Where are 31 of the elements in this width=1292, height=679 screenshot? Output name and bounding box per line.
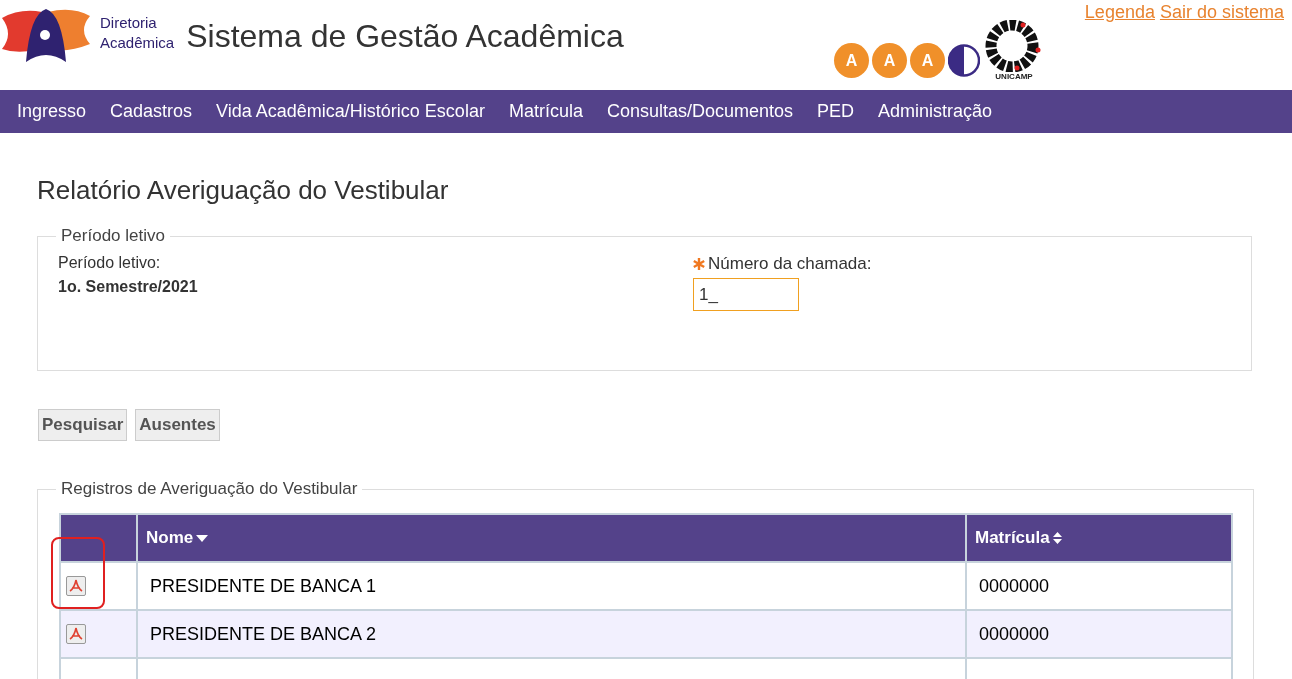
menu-item[interactable]: Administração — [878, 101, 993, 122]
menu-item[interactable]: Matrícula — [508, 101, 583, 122]
menu-item[interactable]: Ingresso — [17, 101, 87, 122]
sort-descending-icon — [196, 534, 209, 542]
menu-item[interactable]: Consultas/Documentos — [606, 101, 793, 122]
action-button[interactable]: Pesquisar — [38, 409, 128, 441]
column-header[interactable]: Matrícula — [966, 514, 1232, 562]
field-label: Número da chamada: — [708, 254, 872, 274]
organization-name: Acadêmica — [100, 33, 175, 53]
section-legend: Registros de Averiguação do Vestibular — [56, 479, 363, 499]
contrast-icon[interactable] — [948, 43, 980, 78]
field-value: 1o. Semestre/2021 — [58, 278, 198, 296]
pdf-icon[interactable] — [66, 624, 86, 644]
pdf-icon[interactable] — [66, 576, 86, 596]
table-cell: PRESIDENTE DE BANCA 2 — [137, 610, 966, 658]
system-title: Sistema de Gestão Acadêmica — [186, 18, 624, 56]
action-button[interactable]: Ausentes — [135, 409, 220, 441]
menu-item[interactable]: Cadastros — [110, 101, 193, 122]
field-label: Período letivo: — [58, 254, 161, 272]
section-legend: Período letivo — [56, 226, 170, 246]
organization-name: Diretoria — [100, 13, 158, 33]
highlight-frame — [51, 537, 105, 609]
university-name: UNICAMP — [995, 72, 1033, 81]
sort-icon — [1052, 532, 1062, 544]
table-cell: 0000000 — [966, 610, 1232, 658]
university-emblem-icon — [985, 20, 1043, 72]
menu-item[interactable]: PED — [817, 101, 855, 122]
column-header[interactable]: Nome — [137, 514, 966, 562]
menu-item[interactable]: Vida Acadêmica/Histórico Escolar — [216, 101, 485, 122]
call-number-field[interactable]: 1_ — [693, 278, 799, 311]
page-title: Relatório Averiguação do Vestibular — [37, 175, 449, 206]
